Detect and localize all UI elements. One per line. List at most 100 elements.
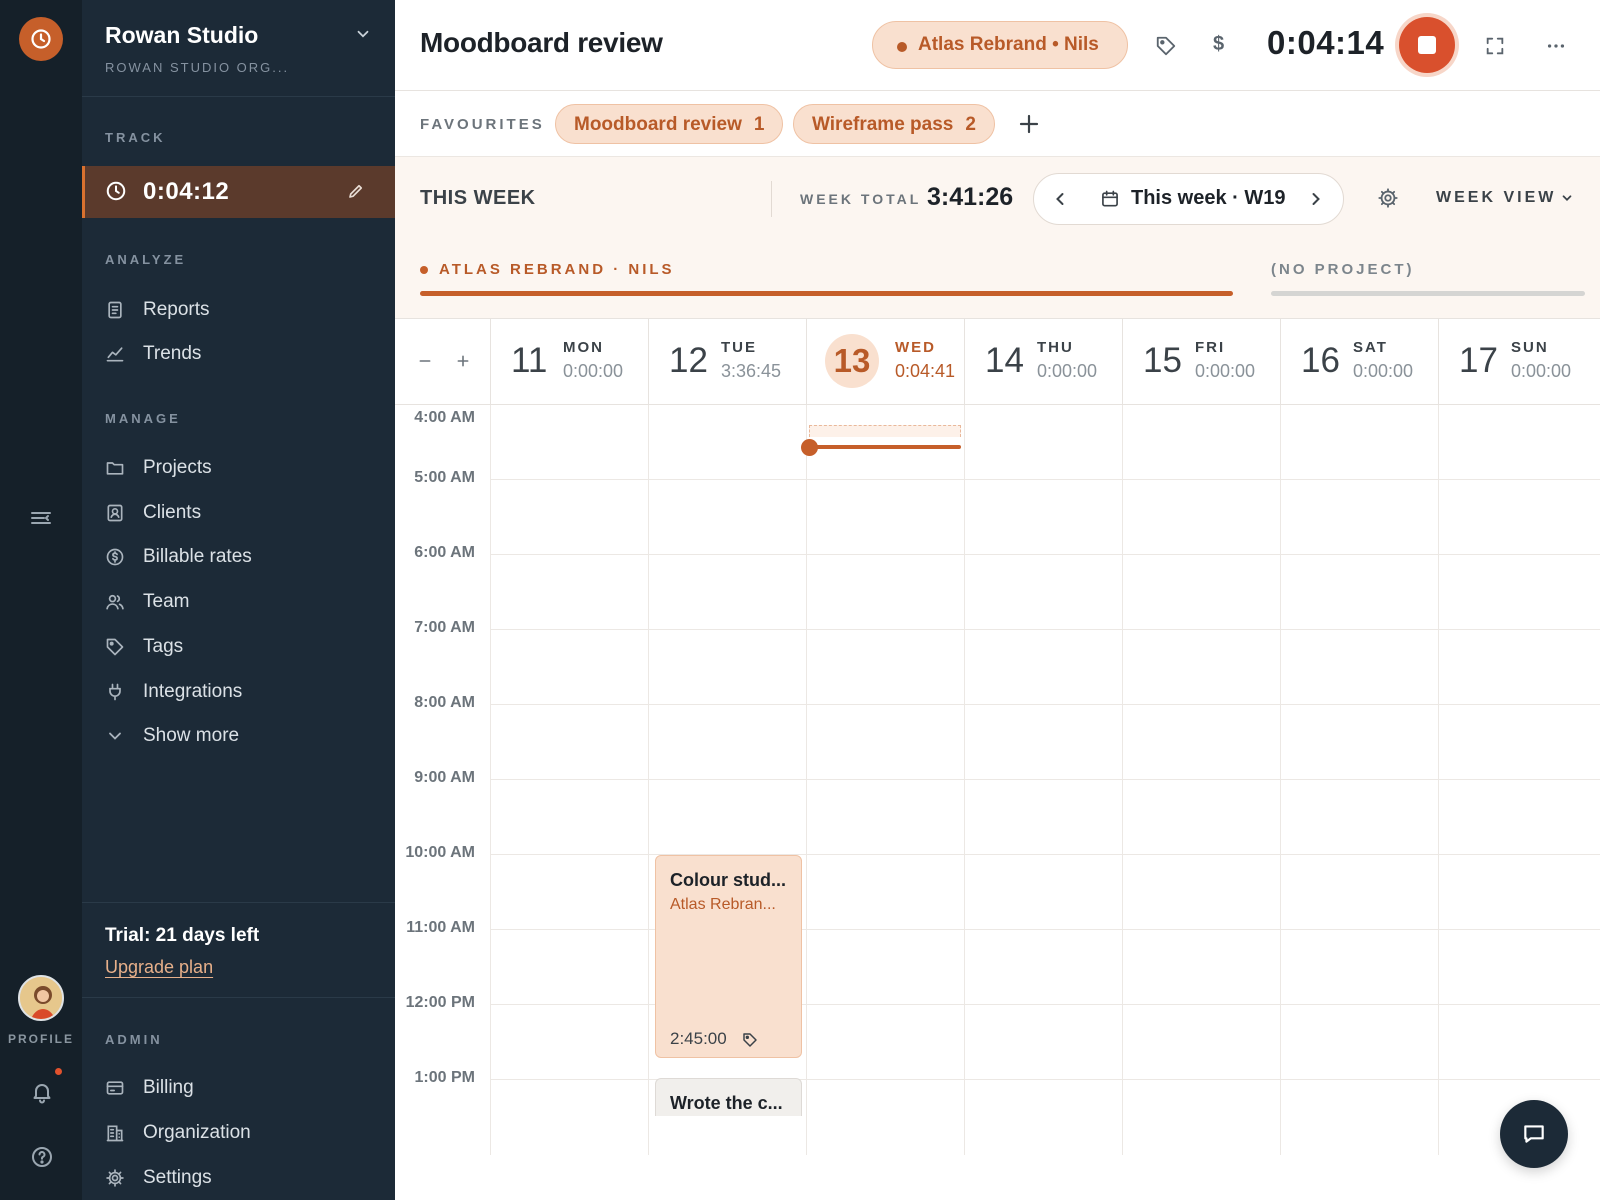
collapse-sidebar-icon[interactable] <box>29 506 53 530</box>
sidebar-item-label: Settings <box>143 1167 212 1188</box>
hour-label: 5:00 AM <box>414 469 475 486</box>
week-range-label[interactable]: This week · W19 <box>1131 187 1286 210</box>
edit-icon[interactable] <box>347 182 365 200</box>
favourite-chip[interactable]: Moodboard review 1 <box>555 104 784 144</box>
sidebar-item-trends[interactable]: Trends <box>82 334 395 374</box>
hour-label: 8:00 AM <box>414 694 475 711</box>
day-column-header[interactable]: 17 SUN 0:00:00 <box>1438 319 1596 405</box>
day-name: MON <box>563 339 604 356</box>
week-grid[interactable]: 4:00 AM 5:00 AM 6:00 AM 7:00 AM 8:00 AM … <box>395 405 1600 1155</box>
hour-gridline <box>490 854 1600 855</box>
app-logo-icon[interactable] <box>19 17 63 61</box>
day-column-header[interactable]: 12 TUE 3:36:45 <box>648 319 806 405</box>
org-switcher[interactable]: Rowan Studio ROWAN STUDIO ORG... <box>82 0 395 97</box>
day-column-header[interactable]: 16 SAT 0:00:00 <box>1280 319 1438 405</box>
tag-icon[interactable] <box>1155 35 1177 57</box>
project-label: ATLAS REBRAND · NILS <box>439 261 675 278</box>
sidebar-item-organization[interactable]: Organization <box>82 1113 395 1153</box>
hour-label: 1:00 PM <box>414 1069 475 1086</box>
profile-label: PROFILE <box>7 1032 74 1046</box>
hour-label: 6:00 AM <box>414 544 475 561</box>
hour-label: 4:00 AM <box>414 409 475 426</box>
sidebar: Rowan Studio ROWAN STUDIO ORG... TRACK 0… <box>82 0 395 1200</box>
week-view-dropdown[interactable]: WEEK VIEW <box>1436 189 1556 207</box>
main-content: Moodboard review Atlas Rebrand • Nils $ … <box>395 0 1600 1200</box>
favourites-bar: FAVOURITES Moodboard review 1 Wireframe p… <box>395 91 1600 157</box>
running-entry-block[interactable] <box>809 425 961 437</box>
sidebar-item-label: Integrations <box>143 681 243 702</box>
week-total-label: WEEK TOTAL <box>800 191 922 207</box>
hour-gridline <box>490 704 1600 705</box>
favourites-label: FAVOURITES <box>420 116 545 133</box>
day-number: 14 <box>985 341 1024 380</box>
track-time: 0:04:12 <box>143 178 230 205</box>
sidebar-item-label: Organization <box>143 1122 251 1143</box>
day-name: FRI <box>1195 339 1226 356</box>
org-name: Rowan Studio <box>105 22 259 48</box>
avatar[interactable] <box>18 975 64 1021</box>
calendar-icon <box>1102 190 1118 207</box>
current-time-dot <box>801 439 818 456</box>
sidebar-item-show-more[interactable]: Show more <box>82 716 395 756</box>
help-icon[interactable] <box>30 1145 54 1169</box>
bell-icon[interactable] <box>30 1080 54 1104</box>
day-number: 11 <box>511 341 548 380</box>
sidebar-item-tags[interactable]: Tags <box>82 627 395 667</box>
favourite-chip-label: Wireframe pass <box>812 114 954 135</box>
current-time-line <box>809 445 961 449</box>
building-icon <box>106 1125 124 1142</box>
card-icon <box>106 1081 124 1095</box>
sidebar-item-label: Team <box>143 591 190 612</box>
section-manage-label: MANAGE <box>105 411 181 426</box>
project-pill-label: Atlas Rebrand • Nils <box>918 34 1099 55</box>
chevron-down-icon[interactable] <box>354 25 372 43</box>
day-column-header-today[interactable]: 13 WED 0:04:41 <box>806 319 964 405</box>
sidebar-item-label: Billing <box>143 1077 194 1098</box>
task-title[interactable]: Moodboard review <box>420 27 663 59</box>
chevron-left-icon[interactable] <box>1050 189 1070 209</box>
sidebar-item-team[interactable]: Team <box>82 582 395 622</box>
more-icon[interactable] <box>1544 35 1568 57</box>
upgrade-plan-link[interactable]: Upgrade plan <box>105 957 213 978</box>
time-entry[interactable]: Colour stud... Atlas Rebran... 2:45:00 <box>655 855 802 1058</box>
day-number: 15 <box>1143 341 1182 380</box>
project-pill[interactable]: Atlas Rebrand • Nils <box>872 21 1128 69</box>
day-column-header[interactable]: 14 THU 0:00:00 <box>964 319 1122 405</box>
stop-timer-button[interactable] <box>1399 17 1455 73</box>
sidebar-item-reports[interactable]: Reports <box>82 290 395 330</box>
add-favourite-icon[interactable] <box>1017 112 1041 136</box>
chevron-right-icon[interactable] <box>1306 189 1326 209</box>
trends-icon <box>106 347 124 362</box>
chat-support-button[interactable] <box>1500 1100 1568 1168</box>
day-column-header[interactable]: 15 FRI 0:00:00 <box>1122 319 1280 405</box>
sidebar-item-billing[interactable]: Billing <box>82 1068 395 1108</box>
sidebar-item-integrations[interactable]: Integrations <box>82 672 395 712</box>
expand-icon[interactable] <box>1484 35 1506 57</box>
hour-gridline <box>490 479 1600 480</box>
billable-toggle[interactable]: $ <box>1213 33 1224 56</box>
day-name: THU <box>1037 339 1074 356</box>
chevron-down-icon[interactable] <box>1560 191 1574 205</box>
time-entry-title: Wrote the c... <box>670 1093 783 1113</box>
sidebar-item-projects[interactable]: Projects <box>82 448 395 488</box>
sidebar-item-billable-rates[interactable]: Billable rates <box>82 537 395 577</box>
sidebar-item-clients[interactable]: Clients <box>82 493 395 533</box>
hour-label: 12:00 PM <box>405 994 475 1011</box>
time-entry-duration: 2:45:00 <box>670 1029 727 1048</box>
day-column-header[interactable]: 11 MON 0:00:00 <box>490 319 648 405</box>
day-gridline <box>964 405 965 1155</box>
time-entry-title: Colour stud... <box>670 870 786 890</box>
plug-icon <box>109 683 121 701</box>
section-analyze-label: ANALYZE <box>105 252 187 267</box>
gear-icon[interactable] <box>1377 187 1399 209</box>
sidebar-item-label: Show more <box>143 725 240 746</box>
zoom-out-icon[interactable] <box>417 353 433 369</box>
sidebar-item-settings[interactable]: Settings <box>82 1158 395 1198</box>
time-entry[interactable]: Wrote the c... <box>655 1078 802 1116</box>
zoom-in-icon[interactable] <box>455 353 471 369</box>
week-navigator: This week · W19 <box>1033 173 1344 225</box>
current-timer[interactable]: 0:04:12 <box>82 166 395 218</box>
favourite-chip[interactable]: Wireframe pass 2 <box>793 104 995 144</box>
time-entry-project: Atlas Rebran... <box>670 896 776 913</box>
org-subtitle: ROWAN STUDIO ORG... <box>105 60 290 75</box>
